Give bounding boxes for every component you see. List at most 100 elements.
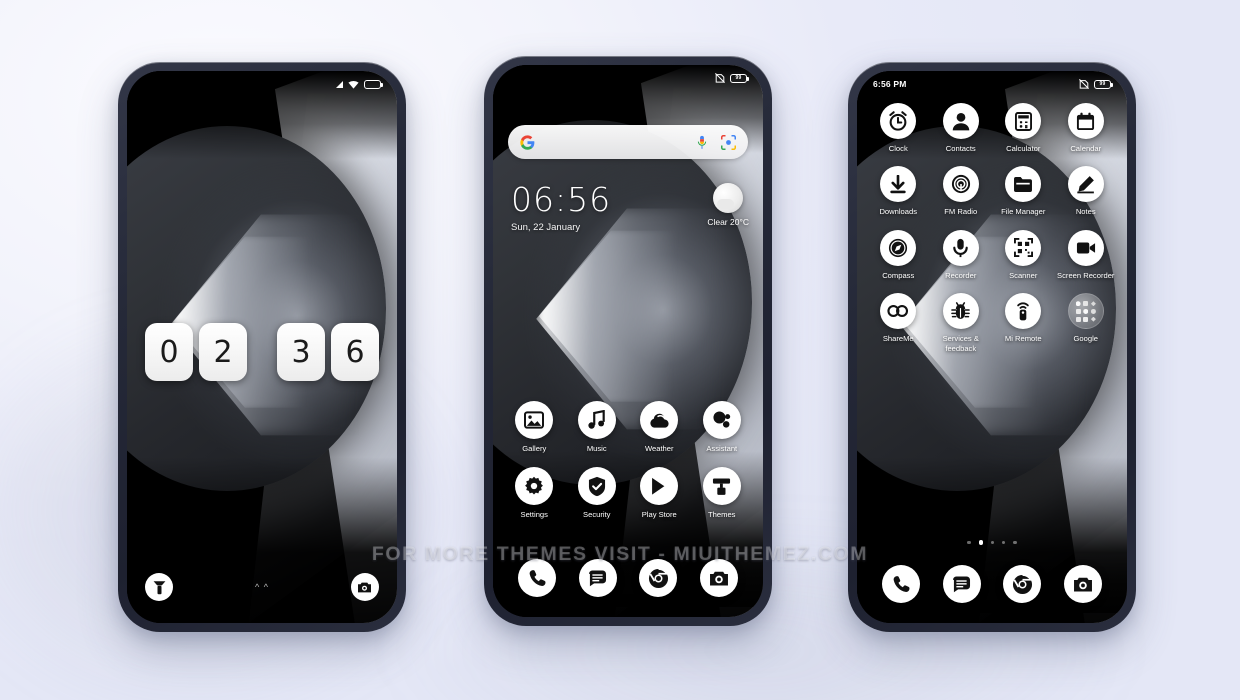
- fm-radio-icon-bubble: [942, 166, 979, 203]
- weather-text: Clear 20°C: [707, 217, 749, 227]
- app-calculator[interactable]: Calculator: [992, 103, 1055, 153]
- app-themes[interactable]: Themes: [691, 467, 754, 519]
- app-compass[interactable]: Compass: [867, 229, 930, 280]
- app-label: Play Store: [641, 510, 677, 520]
- camera-icon: [358, 582, 372, 592]
- video-camera-icon: [1076, 242, 1095, 254]
- pencil-icon: [1077, 176, 1095, 194]
- google-folder-icon: [1067, 293, 1104, 330]
- google-search-bar[interactable]: [508, 125, 748, 159]
- services-feedback-icon-bubble: [942, 293, 979, 330]
- flashlight-shortcut-button[interactable]: [145, 573, 173, 601]
- app-settings[interactable]: Settings: [503, 467, 566, 519]
- search-bar-actions: [696, 134, 736, 150]
- page-indicator[interactable]: [857, 540, 1127, 545]
- qr-code-icon: [1013, 238, 1033, 258]
- mi-remote-icon-bubble: [1005, 293, 1042, 330]
- app-gallery[interactable]: Gallery: [503, 401, 566, 453]
- app-screen-recorder[interactable]: Screen Recorder: [1055, 229, 1118, 280]
- assistant-icon-bubble: [702, 401, 741, 439]
- flashlight-icon: [153, 580, 165, 594]
- phone-app-drawer: 6:56 PM 99 Clock Contacts Calculator Cal…: [848, 62, 1136, 632]
- chrome-icon: [1012, 573, 1033, 594]
- dock-app-phone[interactable]: [882, 565, 921, 603]
- app-mi-remote[interactable]: Mi Remote: [992, 293, 1055, 353]
- app-google-folder[interactable]: Google: [1055, 293, 1118, 353]
- app-services-feedback[interactable]: Services & feedback: [930, 293, 993, 353]
- app-music[interactable]: Music: [566, 401, 629, 453]
- page-dot[interactable]: [1002, 541, 1006, 545]
- app-shareme[interactable]: ShareMe: [867, 293, 930, 353]
- shareme-infinity-icon: [887, 305, 909, 318]
- page-dot-active[interactable]: [978, 540, 984, 545]
- weather-icon-bubble: [640, 401, 679, 439]
- folder-icon: [1014, 176, 1033, 193]
- status-bar-icons: [336, 79, 383, 89]
- app-clock[interactable]: Clock: [867, 103, 930, 153]
- gallery-icon: [524, 411, 545, 429]
- app-scanner[interactable]: Scanner: [992, 229, 1055, 280]
- app-security[interactable]: Security: [566, 467, 629, 519]
- chrome-icon: [648, 567, 669, 588]
- app-fm-radio[interactable]: FM Radio: [930, 166, 993, 216]
- page-dot[interactable]: [967, 541, 971, 545]
- assistant-bubbles-icon: [713, 411, 730, 428]
- recorder-icon-bubble: [942, 229, 979, 266]
- app-label: Mi Remote: [1004, 334, 1042, 344]
- dock-app-camera[interactable]: [1063, 565, 1102, 603]
- app-contacts[interactable]: Contacts: [930, 103, 993, 153]
- phone-handset-icon: [529, 569, 546, 586]
- dock: [857, 555, 1127, 613]
- google-lens-icon[interactable]: [721, 134, 736, 150]
- dock: [493, 549, 763, 607]
- mic-icon[interactable]: [696, 135, 708, 150]
- remote-control-icon: [1017, 302, 1030, 321]
- download-arrow-icon: [890, 174, 906, 194]
- app-label: Downloads: [879, 207, 918, 217]
- person-icon: [952, 112, 969, 130]
- home-clock-time: 06:56: [511, 180, 612, 219]
- page-dot[interactable]: [991, 541, 995, 545]
- folder-mini-icon: [1075, 316, 1081, 322]
- weather-widget[interactable]: Clear 20°C: [707, 183, 749, 227]
- status-bar: [127, 71, 397, 97]
- app-play-store[interactable]: Play Store: [628, 467, 691, 519]
- app-label: Security: [583, 510, 611, 520]
- dock-app-chrome[interactable]: [1003, 565, 1042, 603]
- app-downloads[interactable]: Downloads: [867, 166, 930, 216]
- app-label: Themes: [708, 510, 736, 520]
- no-sim-icon: [715, 73, 725, 83]
- screen-recorder-icon-bubble: [1067, 229, 1104, 266]
- app-label: Scanner: [1009, 270, 1038, 280]
- app-label: Weather: [644, 444, 674, 453]
- calculator-icon-bubble: [1005, 103, 1042, 139]
- app-file-manager[interactable]: File Manager: [992, 166, 1055, 216]
- dock-app-messages[interactable]: [578, 559, 617, 597]
- app-label: Calendar: [1070, 144, 1102, 153]
- app-label: Screen Recorder: [1057, 270, 1115, 280]
- folder-mini-icon: [1090, 301, 1096, 307]
- page-dot[interactable]: [1013, 541, 1017, 545]
- clock-digit: 0: [145, 323, 193, 381]
- folder-mini-icon: [1083, 301, 1089, 307]
- screen-app-drawer[interactable]: 6:56 PM 99 Clock Contacts Calculator Cal…: [857, 71, 1127, 623]
- home-clock-widget[interactable]: 06:56 Sun, 22 January: [511, 183, 611, 233]
- notes-icon-bubble: [1067, 166, 1104, 203]
- dock-app-chrome[interactable]: [639, 559, 678, 597]
- app-calendar[interactable]: Calendar: [1055, 103, 1118, 153]
- app-assistant[interactable]: Assistant: [691, 401, 754, 453]
- wifi-icon: [348, 80, 359, 89]
- dock-app-phone[interactable]: [518, 559, 557, 597]
- app-weather[interactable]: Weather: [628, 401, 691, 453]
- dock-app-camera[interactable]: [699, 559, 738, 597]
- app-label: FM Radio: [944, 207, 978, 217]
- app-recorder[interactable]: Recorder: [930, 229, 993, 280]
- dock-app-messages[interactable]: [942, 565, 981, 603]
- camera-shortcut-button[interactable]: [350, 573, 379, 601]
- status-bar-icons: 99: [1079, 79, 1113, 89]
- app-notes[interactable]: Notes: [1055, 166, 1118, 216]
- screen-home[interactable]: 99 06:56 Sun, 22 January Clear 20°C Gall…: [493, 65, 763, 617]
- security-icon-bubble: [577, 467, 616, 506]
- app-label: File Manager: [1001, 207, 1046, 217]
- screen-lock[interactable]: 0 2 3 6 ^ ^: [127, 71, 397, 623]
